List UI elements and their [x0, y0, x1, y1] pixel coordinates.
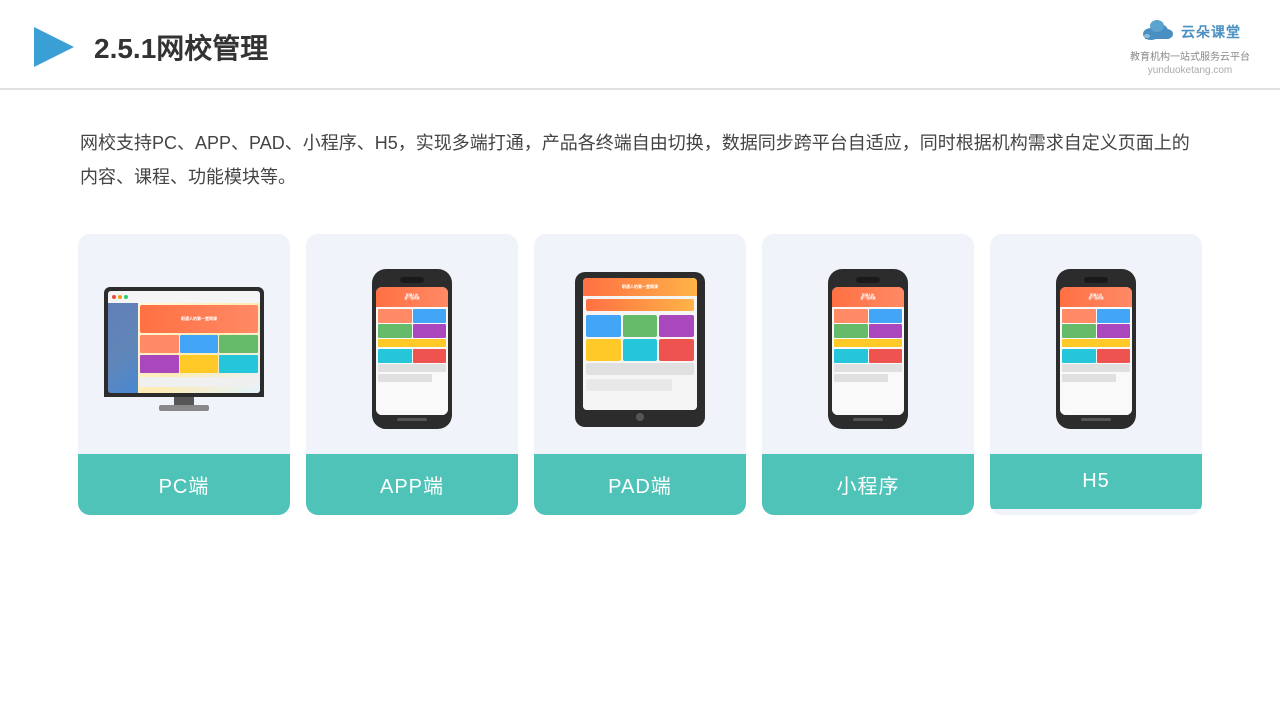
card-miniprogram: 职通人的第一堂网课: [762, 234, 974, 515]
header-left: 2.5.1网校管理: [30, 23, 268, 71]
card-app-image: 职通人的第一堂网课: [306, 234, 518, 454]
card-pc: 职通人的第一堂网课: [78, 234, 290, 515]
card-miniprogram-label: 小程序: [762, 454, 974, 515]
logo-text: 云朵课堂: [1181, 22, 1241, 42]
logo-area: 云朵课堂 教育机构一站式服务云平台 yunduoketang.com: [1130, 18, 1250, 76]
cards-container: 职通人的第一堂网课: [0, 214, 1280, 535]
logo-url: yunduoketang.com: [1148, 65, 1233, 76]
card-h5-label: H5: [990, 454, 1202, 509]
card-miniprogram-image: 职通人的第一堂网课: [762, 234, 974, 454]
play-icon: [30, 23, 78, 71]
card-h5: 职通人的第一堂网课: [990, 234, 1202, 515]
pad-device-mockup: 职通人的第一堂网课: [575, 272, 705, 427]
phone-h5-header-text: 职通人的第一堂网课: [1088, 294, 1103, 301]
pc-banner-text: 职通人的第一堂网课: [181, 316, 217, 322]
logo-brand: 云朵课堂: [1139, 18, 1241, 46]
pad-topbar-text: 职通人的第一堂网课: [622, 284, 658, 290]
phone-app-mockup: 职通人的第一堂网课: [372, 269, 452, 429]
card-h5-image: 职通人的第一堂网课: [990, 234, 1202, 454]
description-text: 网校支持PC、APP、PAD、小程序、H5，实现多端打通，产品各终端自由切换，数…: [0, 90, 1280, 214]
phone-app-header-text: 职通人的第一堂网课: [404, 294, 419, 301]
cloud-icon: [1139, 18, 1175, 46]
card-app-label: APP端: [306, 454, 518, 515]
logo-tagline: 教育机构一站式服务云平台: [1130, 48, 1250, 63]
page-title: 2.5.1网校管理: [94, 27, 268, 67]
phone-mini-mockup: 职通人的第一堂网课: [828, 269, 908, 429]
card-pad: 职通人的第一堂网课: [534, 234, 746, 515]
pc-device-mockup: 职通人的第一堂网课: [104, 287, 264, 411]
card-pc-image: 职通人的第一堂网课: [78, 234, 290, 454]
card-pad-image: 职通人的第一堂网课: [534, 234, 746, 454]
card-pad-label: PAD端: [534, 454, 746, 515]
header: 2.5.1网校管理 云朵课堂 教育机构一站式服务云平台 yunduoketang…: [0, 0, 1280, 90]
card-pc-label: PC端: [78, 454, 290, 515]
phone-mini-header-text: 职通人的第一堂网课: [860, 294, 875, 301]
card-app: 职通人的第一堂网课: [306, 234, 518, 515]
phone-h5-mockup: 职通人的第一堂网课: [1056, 269, 1136, 429]
